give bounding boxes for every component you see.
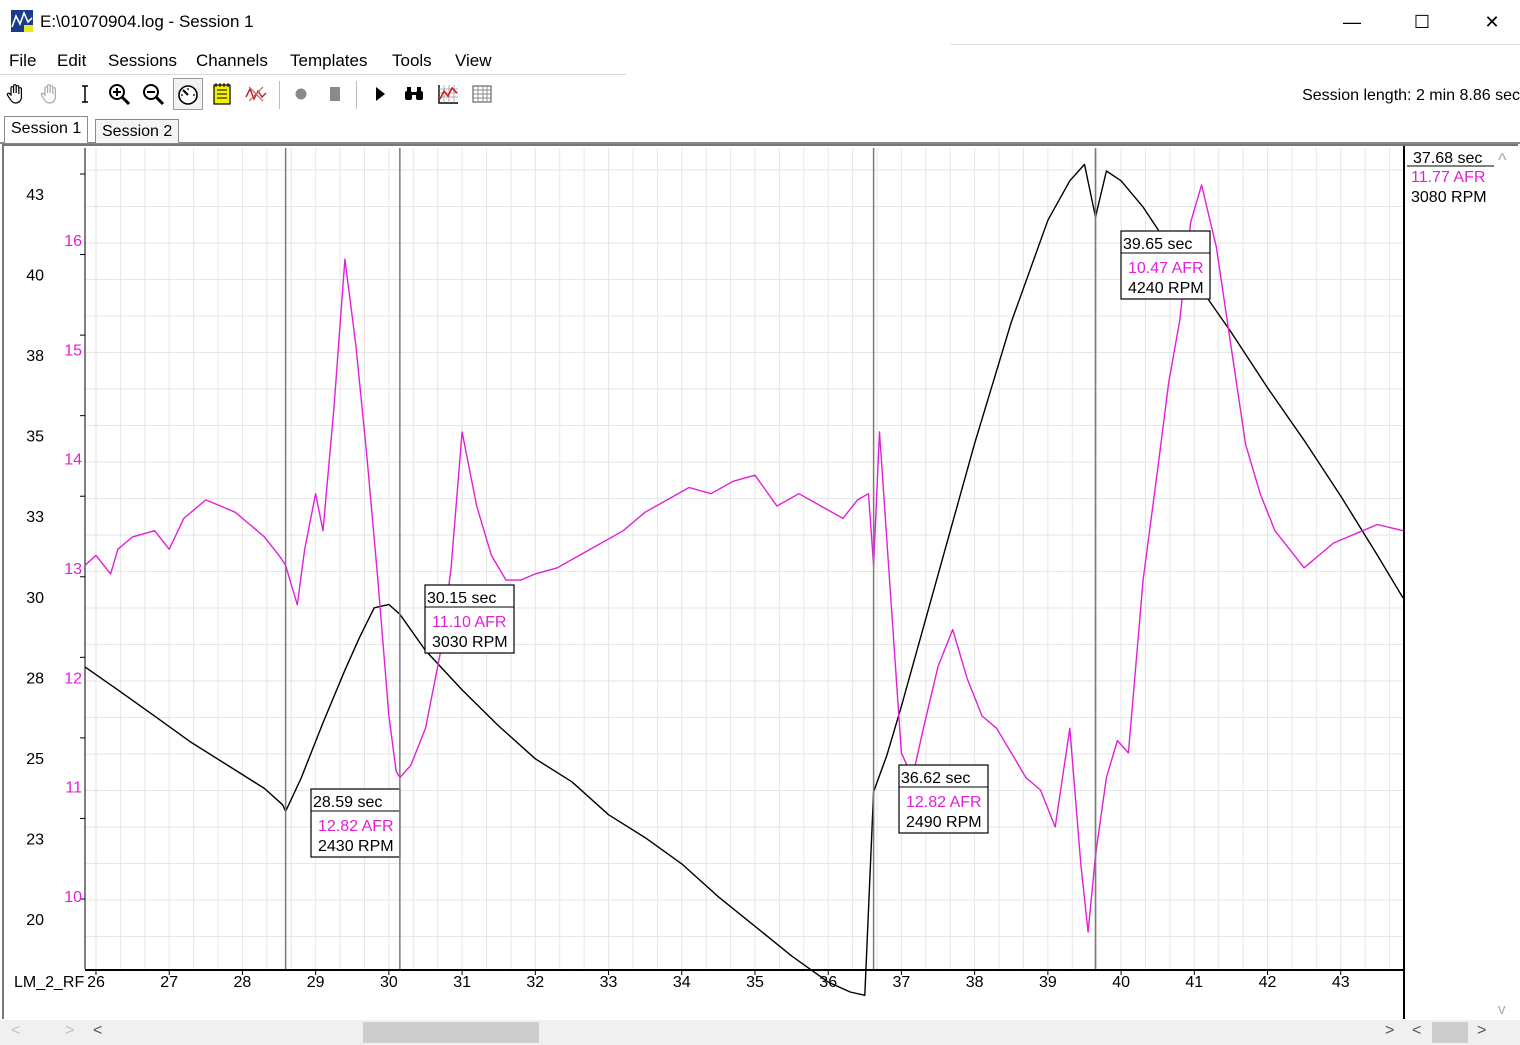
panel-scroll-right-icon[interactable]: > (1477, 1022, 1486, 1040)
x-tick-label: 26 (87, 974, 105, 991)
rpm-tick-label: 43 (26, 187, 44, 204)
x-tick-label: 27 (160, 974, 178, 991)
tab-session-1[interactable]: Session 1 (4, 116, 89, 143)
afr-tick-label: 14 (64, 452, 82, 469)
horizontal-scrollbar-area (0, 1020, 1520, 1045)
x-tick-label: 33 (600, 974, 618, 991)
log-chart[interactable]: 26 27 28 29 30 31 32 33 34 35 36 37 38 39 40 41 42 43LM_2… (0, 0, 1520, 1020)
cursor-rpm-label: 2490 RPM (906, 814, 982, 831)
rpm-tick-label: 25 (26, 751, 44, 768)
readout-afr: 11.77 AFR (1411, 169, 1485, 186)
cursor-time-label: 30.15 sec (427, 590, 496, 607)
chart-scroll-right-icon[interactable]: > (1385, 1022, 1394, 1040)
x-tick-label: 37 (893, 974, 911, 991)
cursor-rpm-label: 3030 RPM (432, 634, 508, 651)
cursor-afr-label: 10.47 AFR (1128, 260, 1204, 277)
rpm-tick-label: 30 (26, 590, 44, 607)
rpm-tick-label: 40 (26, 268, 44, 285)
afr-tick-label: 15 (64, 342, 82, 359)
x-axis-label: LM_2_RF (14, 974, 84, 991)
x-tick-label: 43 (1332, 974, 1350, 991)
x-tick-label: 39 (1039, 974, 1057, 991)
cursor-afr-label: 12.82 AFR (318, 818, 394, 835)
x-tick-label: 29 (307, 974, 325, 991)
rpm-tick-label: 38 (26, 348, 44, 365)
cursor-rpm-label: 2430 RPM (318, 838, 394, 855)
x-tick-label: 42 (1259, 974, 1277, 991)
afr-tick-label: 12 (64, 670, 82, 687)
cursor-afr-label: 12.82 AFR (906, 794, 982, 811)
rpm-tick-label: 20 (26, 912, 44, 929)
x-tick-label: 31 (453, 974, 471, 991)
panel-scrollbar-thumb[interactable] (1432, 1022, 1468, 1043)
cursor-time-label: 36.62 sec (901, 770, 970, 787)
cursor-afr-label: 11.10 AFR (432, 614, 506, 631)
scrollbar-thumb[interactable] (363, 1022, 539, 1043)
afr-tick-label: 10 (64, 889, 82, 906)
cursor-time-label: 39.65 sec (1123, 236, 1192, 253)
rpm-tick-label: 23 (26, 831, 44, 848)
panel-scroll-up-icon: ^ (1498, 150, 1507, 170)
rpm-tick-label: 35 (26, 429, 44, 446)
cursor-rpm-label: 4240 RPM (1128, 280, 1204, 297)
x-tick-label: 40 (1112, 974, 1130, 991)
readout-time: 37.68 sec (1413, 150, 1482, 167)
afr-tick-label: 11 (65, 780, 82, 797)
rpm-tick-label: 28 (26, 670, 44, 687)
x-tick-label: 35 (746, 974, 764, 991)
x-tick-label: 28 (234, 974, 252, 991)
scroll-left-icon[interactable]: < (11, 1022, 20, 1040)
readout-rpm: 3080 RPM (1411, 189, 1487, 206)
chart-scroll-left-icon[interactable]: < (93, 1022, 102, 1040)
panel-scroll-left-icon[interactable]: < (1412, 1022, 1421, 1040)
x-tick-label: 30 (380, 974, 398, 991)
x-tick-label: 34 (673, 974, 691, 991)
x-tick-label: 32 (526, 974, 544, 991)
afr-tick-label: 13 (64, 561, 82, 578)
x-tick-label: 38 (966, 974, 984, 991)
panel-scroll-down-icon: v (1498, 1001, 1506, 1018)
afr-tick-label: 16 (64, 233, 82, 250)
rpm-tick-label: 33 (26, 509, 44, 526)
cursor-time-label: 28.59 sec (313, 794, 382, 811)
scroll-right-icon[interactable]: > (65, 1022, 74, 1040)
x-tick-label: 41 (1185, 974, 1203, 991)
